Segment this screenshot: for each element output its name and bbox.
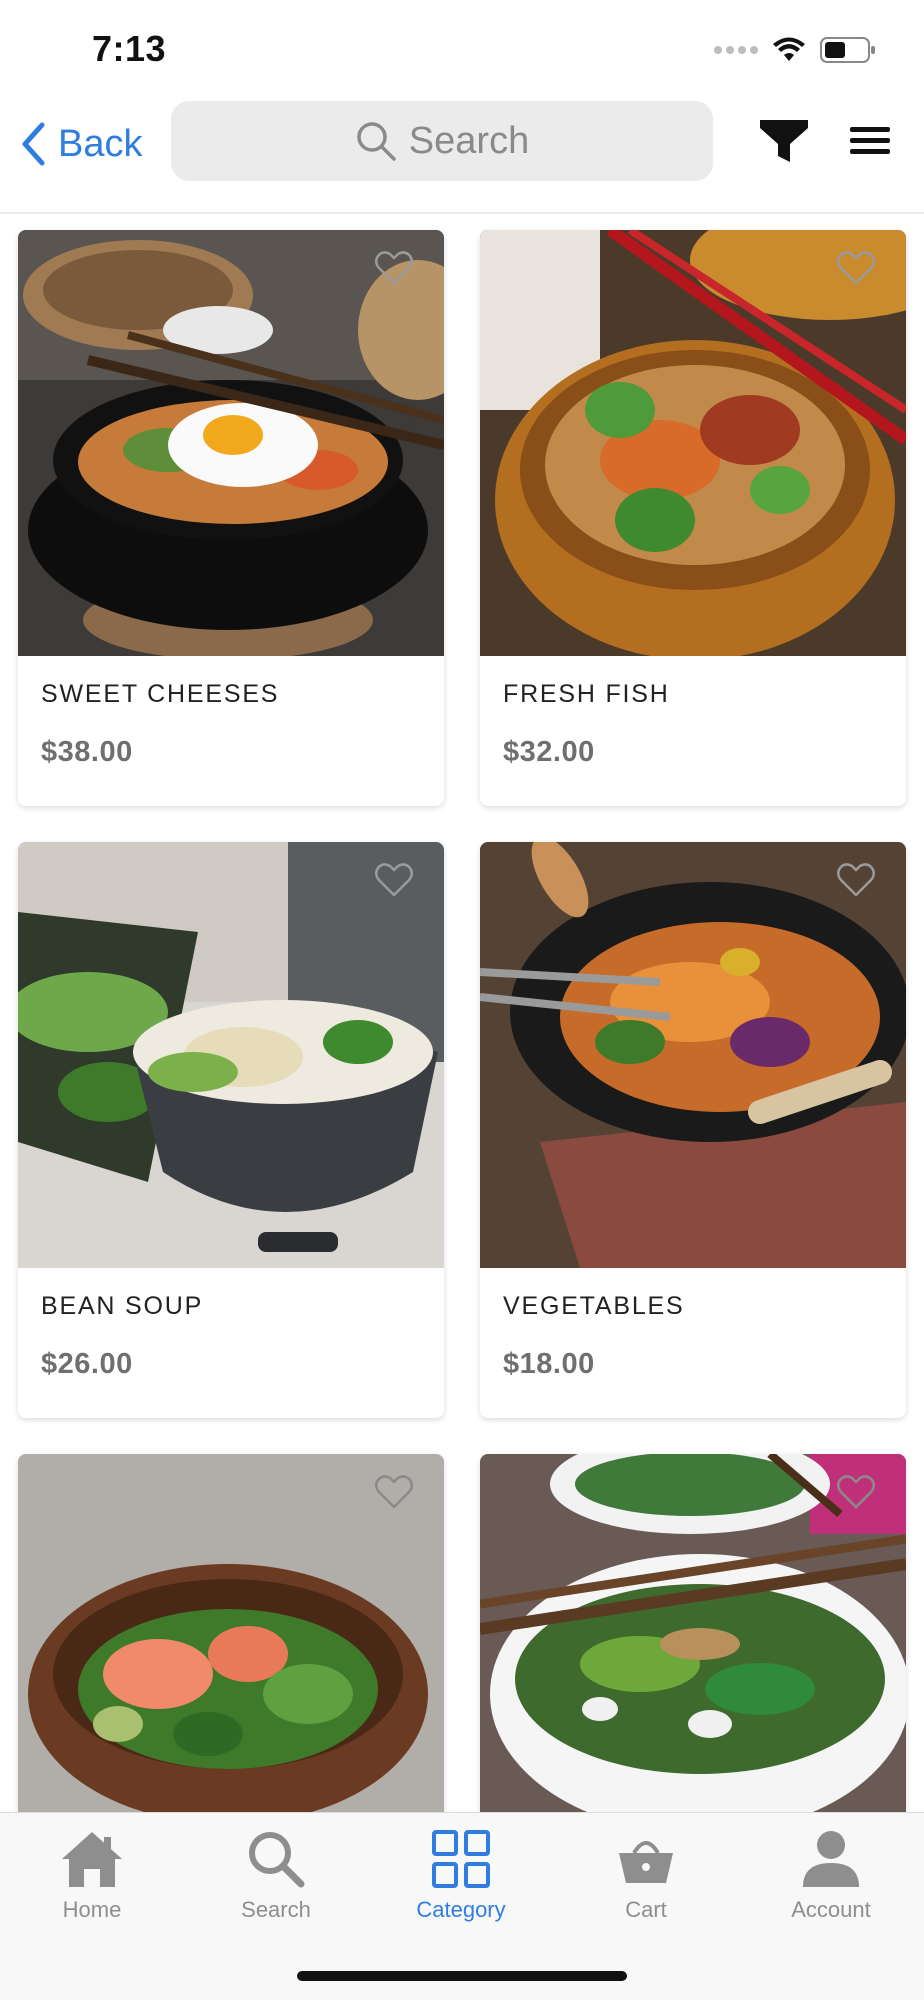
product-card[interactable]: BEAN SOUP $26.00: [18, 842, 444, 1418]
heart-icon[interactable]: [836, 250, 876, 286]
heart-icon[interactable]: [374, 250, 414, 286]
home-icon: [60, 1827, 124, 1891]
product-price: $38.00: [41, 736, 133, 768]
search-placeholder: Search: [408, 119, 530, 162]
user-icon: [799, 1827, 863, 1891]
grid-icon: [429, 1827, 493, 1891]
home-indicator[interactable]: [297, 1971, 627, 1981]
product-price: $32.00: [503, 736, 595, 768]
product-price: $26.00: [41, 1348, 133, 1380]
product-price: $18.00: [503, 1348, 595, 1380]
product-card[interactable]: FRESH FISH $32.00: [480, 230, 906, 806]
hamburger-menu-icon: [850, 127, 890, 154]
chevron-left-icon: [22, 122, 45, 166]
product-card[interactable]: SWEET CHEESES $38.00: [18, 230, 444, 806]
product-card[interactable]: VEGETABLES $18.00: [480, 842, 906, 1418]
search-icon: [244, 1827, 308, 1891]
wifi-icon: [773, 37, 805, 61]
product-image: [480, 842, 906, 1268]
heart-icon[interactable]: [374, 1474, 414, 1510]
search-input[interactable]: Search: [171, 101, 713, 181]
product-name: VEGETABLES: [503, 1292, 685, 1320]
tab-cart[interactable]: Cart: [571, 1827, 721, 1937]
status-indicators: [714, 32, 876, 68]
product-name: BEAN SOUP: [41, 1292, 204, 1320]
tab-account[interactable]: Account: [756, 1827, 906, 1937]
back-label: Back: [58, 122, 143, 165]
tab-label: Search: [241, 1897, 311, 1922]
product-name: FRESH FISH: [503, 680, 670, 708]
heart-icon[interactable]: [836, 862, 876, 898]
menu-button[interactable]: [850, 124, 890, 158]
top-navigation-bar: Back Search: [0, 100, 924, 214]
heart-icon[interactable]: [374, 862, 414, 898]
product-image: [480, 230, 906, 656]
product-image: [18, 842, 444, 1268]
filter-button[interactable]: [758, 116, 810, 166]
cellular-signal-icon: [714, 46, 758, 54]
search-icon: [357, 122, 396, 161]
tab-label: Cart: [625, 1897, 667, 1922]
heart-icon[interactable]: [836, 1474, 876, 1510]
basket-icon: [614, 1827, 678, 1891]
tab-search[interactable]: Search: [201, 1827, 351, 1937]
tab-label: Account: [791, 1897, 871, 1922]
tab-home[interactable]: Home: [17, 1827, 167, 1937]
tab-label: Home: [62, 1897, 122, 1922]
product-image: [18, 230, 444, 656]
status-time: 7:13: [92, 28, 167, 69]
back-button[interactable]: Back: [20, 114, 142, 174]
tab-category[interactable]: Category: [386, 1827, 536, 1937]
tab-label: Category: [416, 1897, 506, 1922]
battery-icon: [820, 37, 875, 63]
bottom-tab-bar: Home Search Category Cart Account: [0, 1812, 924, 2000]
product-name: SWEET CHEESES: [41, 680, 280, 708]
status-bar: 7:13: [0, 0, 924, 100]
filter-icon: [760, 120, 808, 162]
